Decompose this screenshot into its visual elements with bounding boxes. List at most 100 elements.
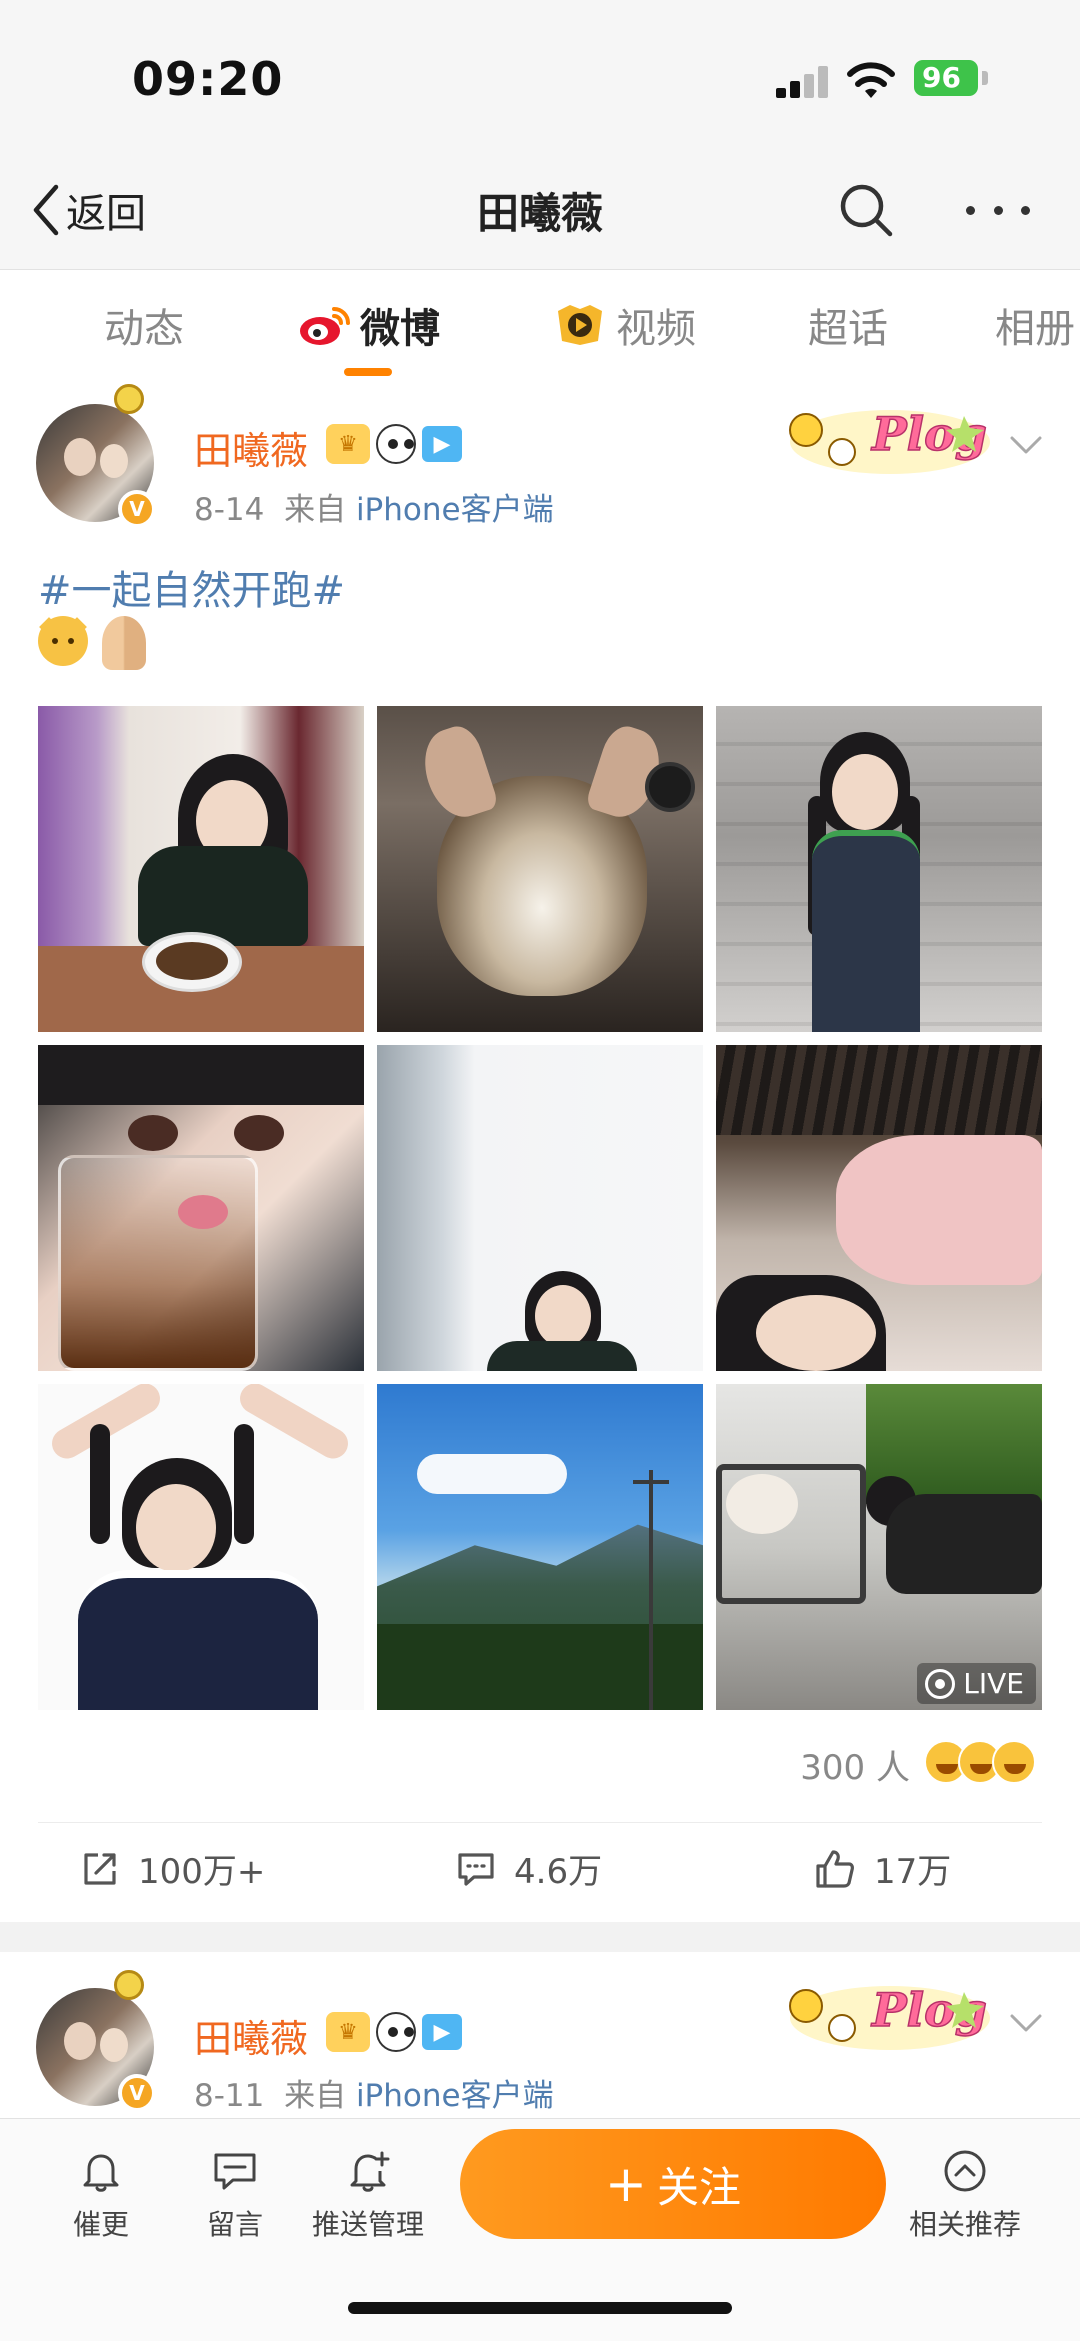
- photo-girl-smiling-wall[interactable]: [377, 1045, 703, 1371]
- surprised-emoji-icon: [992, 1740, 1036, 1784]
- post-separator: [0, 1922, 1080, 1952]
- tv-badge-icon: ▶: [422, 2014, 462, 2050]
- user-name[interactable]: 田曦薇: [194, 2008, 308, 2063]
- live-photo-icon: [925, 1668, 956, 1699]
- live-label: LIVE: [963, 1667, 1024, 1700]
- tab-album[interactable]: 相册: [995, 296, 1075, 354]
- photo-fluffy-cat[interactable]: [377, 706, 703, 1032]
- battery-indicator: 96: [914, 60, 978, 96]
- message-button[interactable]: 留言: [170, 2147, 300, 2243]
- verified-badge-icon: V: [118, 2074, 156, 2112]
- crown-badge-icon: ♛: [326, 424, 370, 464]
- status-time: 09:20: [132, 52, 284, 106]
- tab-super-topic-label: 超话: [808, 306, 888, 352]
- tv-badge-icon: ▶: [422, 426, 462, 462]
- repost-icon: [84, 1852, 116, 1885]
- tab-weibo-label: 微博: [360, 306, 440, 352]
- chat-bubble-icon: [214, 2153, 256, 2190]
- follow-button[interactable]: + 关注: [460, 2129, 886, 2239]
- photo-girl-braids-standing[interactable]: [716, 706, 1042, 1032]
- photo-mountain-landscape[interactable]: [377, 1384, 703, 1710]
- profile-tabs: 动态 微博 视频 超话 相册: [0, 272, 1080, 380]
- search-icon[interactable]: [836, 180, 896, 240]
- tab-video-label: 视频: [616, 306, 696, 352]
- comment-button[interactable]: 4.6万: [456, 1844, 602, 1893]
- repost-button[interactable]: 100万+: [80, 1844, 265, 1893]
- urge-update-button[interactable]: 催更: [36, 2147, 166, 2243]
- post-date: 8-11: [194, 2078, 265, 2114]
- panda-badge-icon: [376, 2012, 416, 2052]
- chevron-down-icon[interactable]: [1006, 2012, 1046, 2036]
- video-play-icon: [558, 305, 602, 345]
- reaction-count: 300 人: [800, 1748, 910, 1788]
- weibo-logo-icon: [300, 307, 350, 345]
- post-topic-link[interactable]: #一起自然开跑#: [38, 558, 345, 616]
- photo-girl-eating-noodles[interactable]: [38, 706, 364, 1032]
- plog-sticker-icon: Plog: [789, 1982, 990, 2050]
- tab-feed[interactable]: 动态: [104, 296, 184, 354]
- plus-icon: +: [605, 2155, 647, 2213]
- post-actions: 100万+ 4.6万 17万: [0, 1836, 1080, 1906]
- urge-label: 催更: [72, 2208, 129, 2241]
- reaction-summary[interactable]: 300 人: [0, 1740, 1080, 1790]
- photo-dog-on-chair[interactable]: LIVE: [716, 1384, 1042, 1710]
- live-photo-badge: LIVE: [917, 1663, 1036, 1704]
- like-button[interactable]: 17万: [814, 1844, 951, 1893]
- post-source[interactable]: iPhone客户端: [356, 492, 554, 528]
- avatar-decoration-icon: [114, 1970, 144, 2000]
- status-bar: 09:20 96: [0, 0, 1080, 150]
- panda-badge-icon: [376, 424, 416, 464]
- comment-count: 4.6万: [514, 1852, 603, 1892]
- post-source[interactable]: iPhone客户端: [356, 2078, 554, 2114]
- home-indicator[interactable]: [348, 2302, 732, 2314]
- post-date: 8-14: [194, 492, 265, 528]
- tab-feed-label: 动态: [104, 306, 184, 352]
- repost-count: 100万+: [138, 1852, 266, 1892]
- post-meta: 8-14 来自 iPhone客户端: [194, 484, 554, 529]
- cellular-signal-icon: [776, 66, 830, 98]
- page-title: 田曦薇: [476, 189, 603, 238]
- reaction-emojis: [924, 1740, 1036, 1786]
- user-badges: ♛ ▶: [326, 2012, 462, 2052]
- nav-bar: 返回 田曦薇: [0, 150, 1080, 270]
- post-card[interactable]: V 田曦薇 ♛ ▶ 8-11 来自 iPhone客户端 Plog: [0, 1952, 1080, 2118]
- thumbs-up-icon: [816, 1849, 854, 1888]
- divider: [38, 1822, 1042, 1823]
- image-grid: LIVE: [38, 706, 1042, 1710]
- photo-girl-drinking-glass[interactable]: [38, 1045, 364, 1371]
- crown-badge-icon: ♛: [326, 2012, 370, 2052]
- folded-hands-emoji-icon: [102, 616, 146, 670]
- more-icon[interactable]: [966, 198, 1030, 222]
- like-count: 17万: [874, 1852, 952, 1892]
- follow-label: 关注: [656, 2162, 741, 2212]
- battery-tip: [982, 71, 988, 85]
- comment-icon: [458, 1852, 494, 1886]
- bell-plus-icon: [350, 2151, 390, 2192]
- user-badges: ♛ ▶: [326, 424, 462, 464]
- tab-video[interactable]: 视频: [554, 296, 696, 354]
- photo-girl-braids-heart-pose[interactable]: [38, 1384, 364, 1710]
- chevron-up-circle-icon: [944, 2150, 986, 2192]
- cat-face-emoji-icon: [38, 616, 88, 666]
- bell-icon: [83, 2154, 119, 2192]
- user-name[interactable]: 田曦薇: [194, 420, 308, 475]
- battery-level: 96: [922, 61, 961, 94]
- verified-badge-icon: V: [118, 490, 156, 528]
- related-recommend-button[interactable]: 相关推荐: [900, 2147, 1030, 2243]
- push-manage-button[interactable]: 推送管理: [304, 2147, 432, 2243]
- post-meta: 8-11 来自 iPhone客户端: [194, 2070, 554, 2115]
- source-prefix: 来自: [284, 2078, 347, 2114]
- message-label: 留言: [206, 2208, 263, 2241]
- tab-super-topic[interactable]: 超话: [808, 296, 888, 354]
- plog-sticker-icon: Plog: [789, 406, 990, 474]
- active-tab-indicator: [344, 368, 392, 376]
- photo-girl-lying-pink[interactable]: [716, 1045, 1042, 1371]
- source-prefix: 来自: [284, 492, 347, 528]
- wifi-icon: [847, 62, 895, 98]
- tab-weibo[interactable]: 微博: [296, 296, 440, 354]
- chevron-down-icon[interactable]: [1006, 434, 1046, 458]
- related-label: 相关推荐: [908, 2208, 1021, 2241]
- push-manage-label: 推送管理: [311, 2208, 424, 2241]
- post-emojis: [38, 616, 146, 670]
- avatar-decoration-icon: [114, 384, 144, 414]
